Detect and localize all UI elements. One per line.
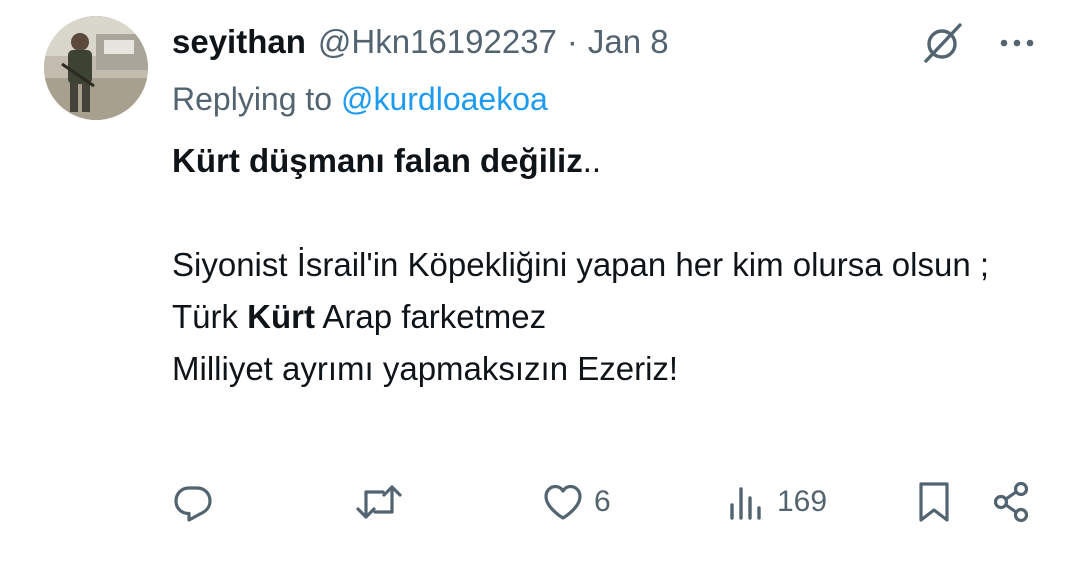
tweet-header: seyithan @Hkn16192237 · Jan 8: [172, 18, 669, 66]
retweet-icon: [356, 485, 402, 519]
tweet-date[interactable]: Jan 8: [588, 18, 669, 66]
views-count: 169: [777, 485, 828, 518]
author-handle[interactable]: @Hkn16192237: [318, 18, 557, 66]
like-button[interactable]: 6: [542, 474, 611, 530]
tweet-line-3: Türk Kürt Arap farketmez: [172, 291, 1052, 343]
replying-to: Replying to @kurdloaekoa: [172, 76, 548, 122]
tweet-line-4: Milliyet ayrımı yapmaksızın Ezeriz!: [172, 350, 679, 387]
grok-icon: [924, 23, 962, 63]
bookmark-icon: [919, 482, 949, 522]
author-display-name[interactable]: seyithan: [172, 18, 306, 66]
tweet-card: seyithan @Hkn16192237 · Jan 8 Replying t…: [0, 0, 1080, 563]
tweet-line-3-bold: Kürt: [247, 298, 315, 335]
views-icon: [730, 487, 761, 520]
bookmark-button[interactable]: [914, 474, 954, 530]
tweet-line-1-bold: Kürt düşmanı falan değiliz: [172, 142, 583, 179]
tweet-line-2: Siyonist İsrail'in Köpekliğini yapan her…: [172, 246, 990, 283]
top-icons: [920, 20, 1040, 66]
tweet-line-3-prefix: Türk: [172, 298, 248, 335]
grok-button[interactable]: [920, 20, 966, 66]
avatar-photo: [44, 16, 148, 120]
like-icon: [544, 484, 582, 520]
tweet-line-3-suffix: Arap farketmez: [315, 298, 547, 335]
like-count: 6: [594, 485, 611, 518]
action-bar: 6 169: [172, 474, 1040, 530]
tweet-text: Kürt düşmanı falan değiliz.. Siyonist İs…: [172, 135, 1052, 395]
tweet-line-1-suffix: ..: [582, 142, 602, 179]
reply-icon: [174, 486, 212, 522]
share-button[interactable]: [990, 474, 1034, 530]
more-button[interactable]: [994, 20, 1040, 66]
share-icon: [993, 481, 1029, 523]
retweet-button[interactable]: [355, 474, 403, 530]
replying-to-mention[interactable]: @kurdloaekoa: [341, 81, 548, 117]
reply-button[interactable]: [172, 474, 214, 530]
separator-dot: ·: [566, 23, 578, 60]
replying-to-label: Replying to: [172, 81, 341, 117]
avatar[interactable]: [44, 16, 148, 120]
more-icon: [1000, 39, 1034, 47]
tweet-line-1: Kürt düşmanı falan değiliz..: [172, 135, 1052, 187]
views-button[interactable]: 169: [727, 474, 827, 530]
